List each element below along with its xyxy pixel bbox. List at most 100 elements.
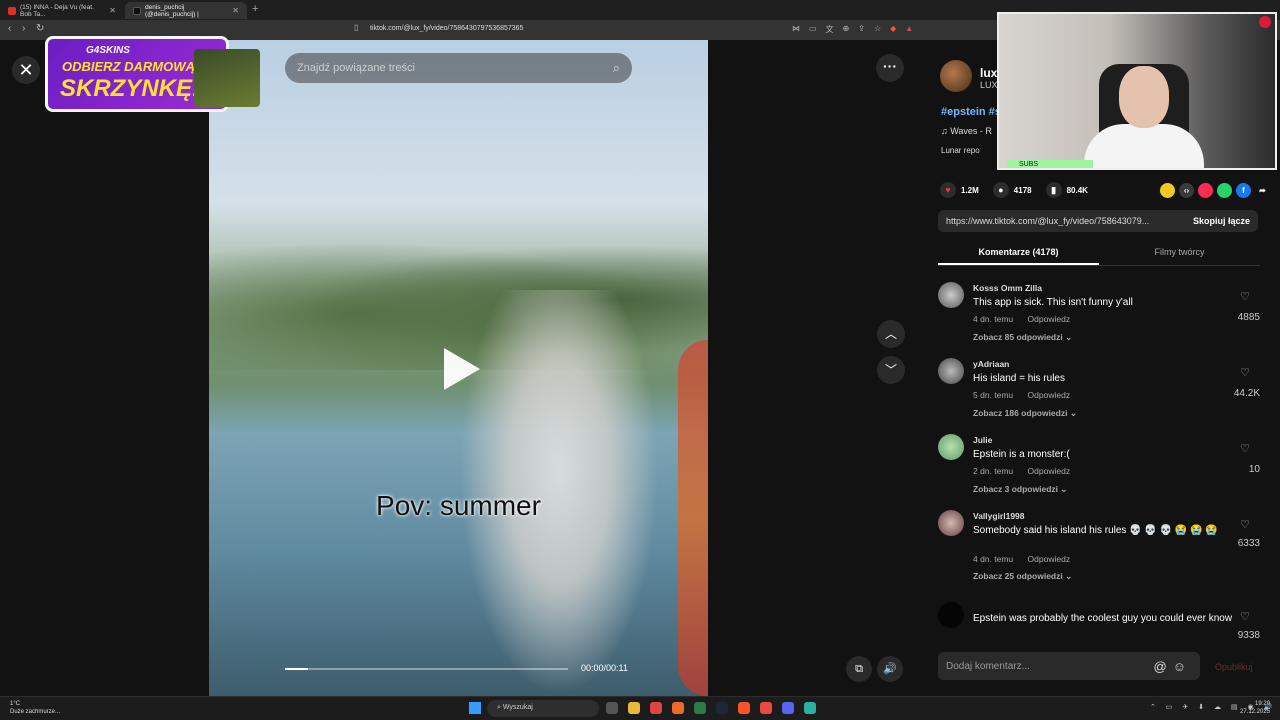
close-video-button[interactable]: ✕ bbox=[12, 56, 40, 84]
app-icon[interactable] bbox=[672, 702, 684, 714]
youtube-icon bbox=[8, 6, 16, 15]
windows-start-icon[interactable] bbox=[469, 702, 481, 714]
like-comment-icon[interactable]: ♡ bbox=[1240, 610, 1250, 623]
reply-button[interactable]: Odpowiedz bbox=[1028, 466, 1071, 476]
app-icon[interactable] bbox=[804, 702, 816, 714]
bookmark-icon[interactable]: ▮ bbox=[1045, 182, 1062, 198]
music-link[interactable]: ♫ Waves - R bbox=[941, 126, 992, 136]
reload-icon[interactable]: ↻ bbox=[36, 23, 44, 34]
discord-icon[interactable] bbox=[782, 702, 794, 714]
comment-likes: 4885 bbox=[1237, 312, 1260, 323]
new-tab-button[interactable]: + bbox=[252, 3, 258, 15]
comment-icon[interactable]: ● bbox=[992, 182, 1009, 198]
avatar[interactable] bbox=[938, 602, 964, 628]
add-comment-input[interactable]: Dodaj komentarz... @☺ bbox=[938, 652, 1200, 680]
taskbar: 1°C Duże zachmurze... ⌕ Wyszukaj ⌃ ▭ ✈ ⬇… bbox=[0, 696, 1280, 720]
view-replies-label: Zobacz 3 odpowiedzi bbox=[973, 484, 1059, 494]
send-icon[interactable] bbox=[1198, 182, 1213, 198]
like-comment-icon[interactable]: ♡ bbox=[1240, 366, 1250, 379]
view-replies-button[interactable]: Zobacz 186 odpowiedzi ⌄ bbox=[973, 408, 1077, 419]
comment-user[interactable]: Vallygirl1998 bbox=[973, 511, 1025, 521]
share-icon[interactable]: ⇪ bbox=[858, 24, 865, 35]
extension-icon[interactable]: ⋈ bbox=[792, 24, 800, 35]
zoom-icon[interactable]: ⊕ bbox=[843, 24, 850, 35]
comment-user[interactable]: Kosss Omm Zilla bbox=[973, 283, 1042, 293]
tab-creator-videos[interactable]: Filmy twórcy bbox=[1099, 238, 1260, 265]
repost-icon[interactable] bbox=[1160, 182, 1175, 198]
reply-button[interactable]: Odpowiedz bbox=[1028, 314, 1071, 324]
close-tab-icon[interactable]: ✕ bbox=[232, 6, 239, 15]
steam-icon[interactable] bbox=[716, 702, 728, 714]
like-comment-icon[interactable]: ♡ bbox=[1240, 442, 1250, 455]
promo-banner[interactable]: G4SKINS ODBIERZ DARMOWĄ SKRZYNKĘ! bbox=[45, 36, 260, 112]
avatar[interactable] bbox=[938, 358, 964, 384]
view-replies-button[interactable]: Zobacz 25 odpowiedzi ⌄ bbox=[973, 571, 1072, 582]
volume-button[interactable]: 🔊 bbox=[877, 656, 903, 682]
star-icon[interactable]: ☆ bbox=[874, 24, 881, 35]
cast-icon[interactable]: ▭ bbox=[809, 24, 817, 35]
related-search-input[interactable]: Znajdź powiązane treści ⌕ bbox=[285, 53, 632, 83]
embed-icon[interactable]: ‹› bbox=[1179, 182, 1194, 198]
app-icon[interactable] bbox=[694, 702, 706, 714]
task-view-icon[interactable] bbox=[606, 702, 618, 714]
previous-video-button[interactable]: ︿ bbox=[877, 320, 905, 348]
video-player[interactable]: Pov: summer 00:00/00:11 bbox=[209, 40, 708, 696]
copy-link-button[interactable]: Skopiuj łącze bbox=[1193, 216, 1250, 226]
reply-button[interactable]: Odpowiedz bbox=[1028, 390, 1071, 400]
browser-tab-youtube[interactable]: (15) INNA - Deja Vu (feat. Bob Ta... ✕ bbox=[0, 2, 124, 19]
weather-desc: Duże zachmurze... bbox=[10, 709, 61, 715]
avatar[interactable] bbox=[938, 282, 964, 308]
pip-button[interactable]: ⧉ bbox=[846, 656, 872, 682]
view-replies-button[interactable]: Zobacz 85 odpowiedzi ⌄ bbox=[973, 332, 1072, 343]
translate-icon[interactable]: 文 bbox=[826, 24, 834, 35]
facebook-icon[interactable]: f bbox=[1236, 182, 1251, 198]
play-icon[interactable] bbox=[444, 348, 480, 390]
more-options-button[interactable]: ··· bbox=[876, 54, 904, 82]
brave-icon[interactable] bbox=[738, 702, 750, 714]
app-icon[interactable] bbox=[650, 702, 662, 714]
file-explorer-icon[interactable] bbox=[628, 702, 640, 714]
back-icon[interactable]: ‹ bbox=[8, 23, 11, 34]
video-progress-bar[interactable] bbox=[285, 668, 568, 670]
comment-user[interactable]: Julie bbox=[973, 435, 992, 445]
publish-button[interactable]: Opublikuj bbox=[1215, 662, 1253, 672]
close-tab-icon[interactable]: ✕ bbox=[109, 6, 116, 15]
video-link-url[interactable]: https://www.tiktok.com/@lux_fy/video/758… bbox=[946, 216, 1176, 226]
app-icon[interactable] bbox=[760, 702, 772, 714]
avatar[interactable] bbox=[938, 434, 964, 460]
mention-emoji-icons[interactable]: @☺ bbox=[1154, 659, 1192, 674]
whatsapp-icon[interactable] bbox=[1217, 182, 1232, 198]
avatar[interactable] bbox=[940, 60, 972, 92]
rewards-icon[interactable]: ▲ bbox=[905, 24, 913, 35]
share-arrow-icon[interactable]: ➦ bbox=[1255, 183, 1270, 198]
view-replies-button[interactable]: Zobacz 3 odpowiedzi ⌄ bbox=[973, 484, 1068, 495]
effect-link[interactable]: Lunar repo bbox=[941, 146, 980, 155]
creator-info[interactable]: lux_ LUX bbox=[940, 60, 1004, 92]
like-comment-icon[interactable]: ♡ bbox=[1240, 290, 1250, 303]
heart-icon[interactable]: ♥ bbox=[940, 182, 956, 198]
view-replies-label: Zobacz 85 odpowiedzi bbox=[973, 332, 1063, 342]
taskbar-clock[interactable]: 19:20 27.12.2025 bbox=[1240, 700, 1270, 716]
forward-icon[interactable]: › bbox=[22, 23, 25, 34]
avatar[interactable] bbox=[938, 510, 964, 536]
reply-button[interactable]: Odpowiedz bbox=[1028, 554, 1071, 564]
promo-brand: G4SKINS bbox=[86, 45, 130, 56]
comment-text: Epstein was probably the coolest guy you… bbox=[973, 613, 1233, 624]
like-comment-icon[interactable]: ♡ bbox=[1240, 518, 1250, 531]
hashtags[interactable]: #epstein #s bbox=[941, 106, 1001, 118]
browser-tab-tiktok[interactable]: denis_puchcij (@denis_puchcij) | ✕ bbox=[125, 2, 247, 19]
tab-comments[interactable]: Komentarze (4178) bbox=[938, 238, 1099, 265]
taskbar-apps bbox=[606, 702, 816, 714]
taskbar-search[interactable]: ⌕ Wyszukaj bbox=[487, 700, 599, 717]
like-stat[interactable]: ♥ 1.2M bbox=[940, 182, 979, 198]
save-stat[interactable]: ▮ 80.4K bbox=[1045, 182, 1088, 198]
url-field[interactable]: tiktok.com/@lux_fy/video/758643079753685… bbox=[370, 25, 523, 32]
search-icon[interactable]: ⌕ bbox=[613, 60, 620, 76]
brave-shield-icon[interactable]: ◆ bbox=[890, 24, 896, 35]
comment-user[interactable]: yAdriaan bbox=[973, 359, 1009, 369]
bookmark-icon[interactable]: ▯ bbox=[354, 23, 358, 32]
clock-time: 19:20 bbox=[1255, 701, 1271, 707]
next-video-button[interactable]: ﹀ bbox=[877, 356, 905, 384]
weather-widget[interactable]: 1°C Duże zachmurze... bbox=[10, 700, 60, 716]
comment-stat[interactable]: ● 4178 bbox=[992, 182, 1032, 198]
